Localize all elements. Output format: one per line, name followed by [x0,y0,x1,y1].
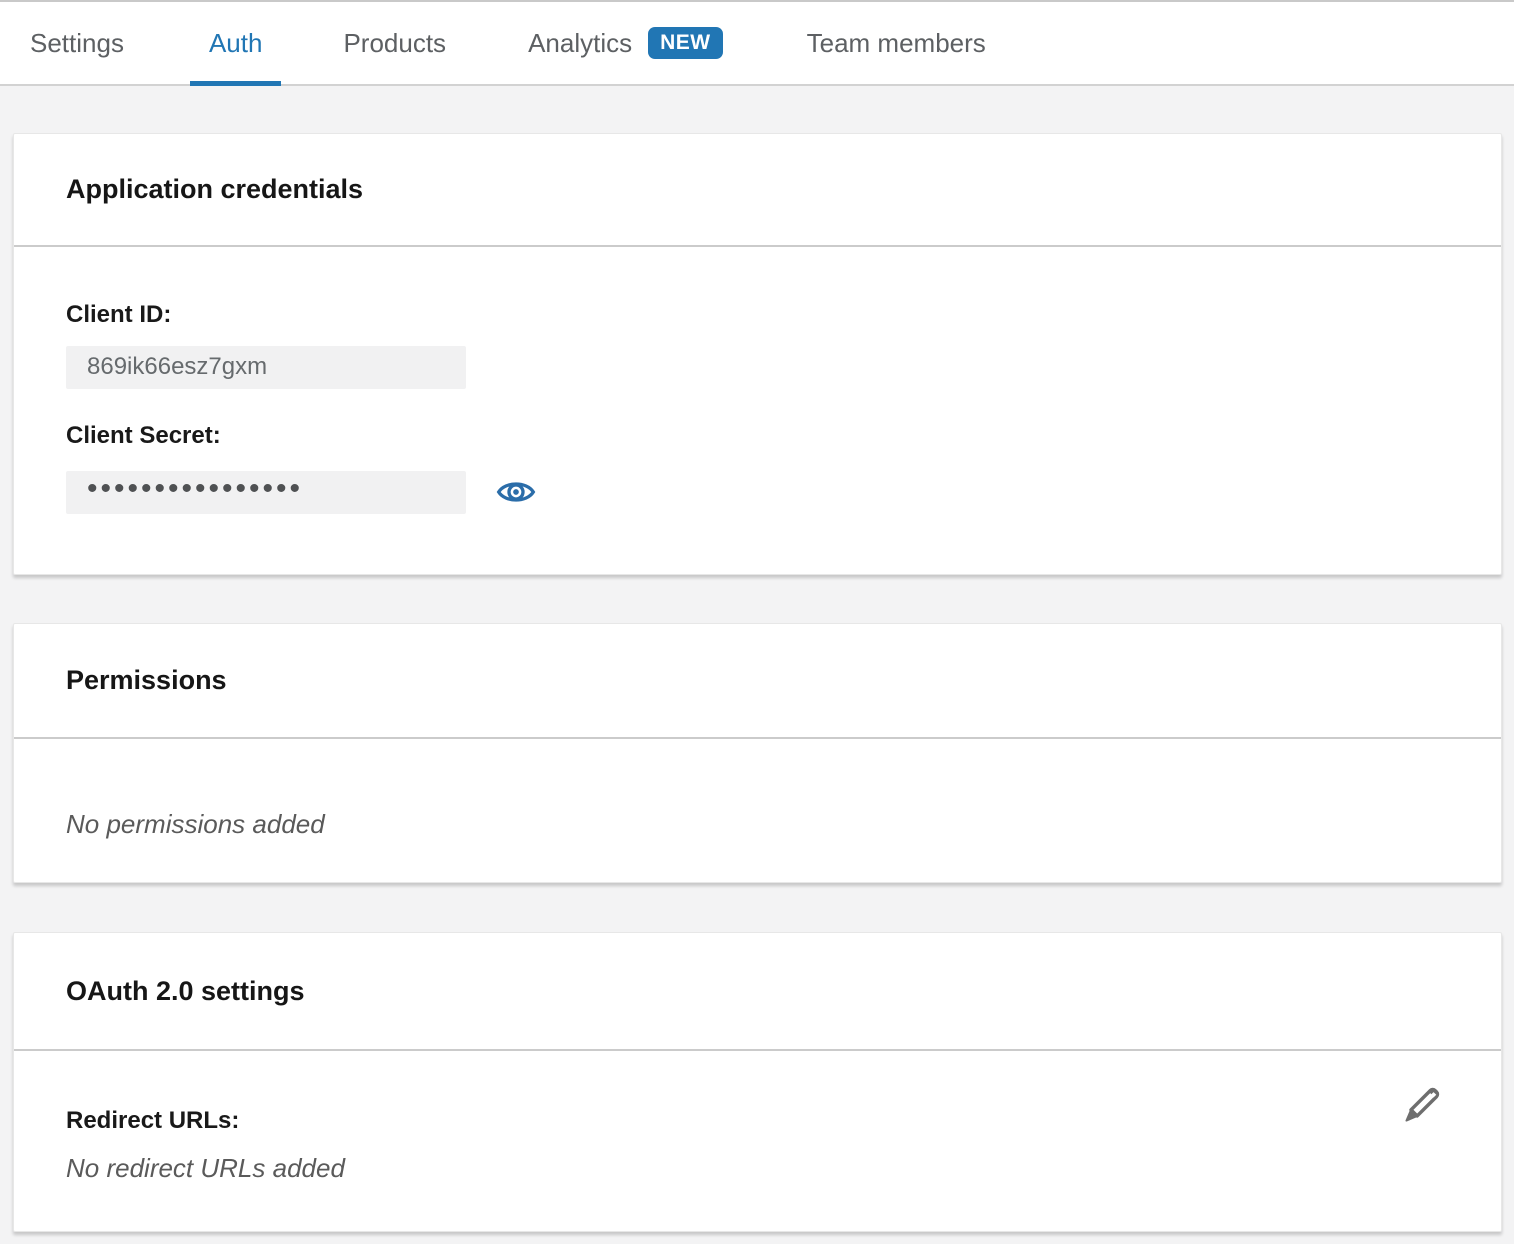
oauth-settings-body: Redirect URLs: No redirect URLs added [14,1051,1501,1184]
tab-analytics[interactable]: Analytics NEW [528,2,723,84]
tab-team-members[interactable]: Team members [807,2,986,84]
oauth-settings-header: OAuth 2.0 settings [14,933,1501,1051]
client-id-field[interactable]: 869ik66esz7gxm [66,346,466,389]
redirect-urls-label: Redirect URLs: [66,1107,1441,1136]
tab-auth[interactable]: Auth [190,2,282,84]
oauth-settings-card: OAuth 2.0 settings Redirect URLs: No red… [13,932,1502,1232]
show-secret-button[interactable] [495,471,537,513]
permissions-empty-text: No permissions added [66,809,1501,840]
new-badge: NEW [648,27,723,59]
permissions-header: Permissions [14,624,1501,739]
client-secret-field[interactable]: •••••••••••••••• [66,471,466,514]
tab-analytics-label: Analytics [528,2,632,84]
application-credentials-body: Client ID: 869ik66esz7gxm Client Secret:… [14,247,1501,514]
client-secret-masked-value: •••••••••••••••• [87,489,303,495]
pencil-icon [1398,1083,1444,1129]
client-id-label: Client ID: [66,301,1501,330]
client-id-value: 869ik66esz7gxm [87,353,267,381]
oauth-settings-title: OAuth 2.0 settings [66,976,305,1007]
eye-icon [496,472,536,512]
tab-products[interactable]: Products [343,2,446,84]
client-secret-label: Client Secret: [66,422,1501,451]
client-secret-row: •••••••••••••••• [66,471,1501,514]
edit-redirect-urls-button[interactable] [1397,1082,1445,1130]
application-credentials-title: Application credentials [66,174,363,205]
application-credentials-header: Application credentials [14,134,1501,247]
permissions-title: Permissions [66,665,227,696]
application-credentials-card: Application credentials Client ID: 869ik… [13,133,1502,575]
tab-settings[interactable]: Settings [30,2,124,84]
redirect-urls-empty-text: No redirect URLs added [66,1153,1441,1184]
permissions-card: Permissions No permissions added [13,623,1502,883]
tab-bar: Settings Auth Products Analytics NEW Tea… [0,0,1514,86]
permissions-body: No permissions added [14,739,1501,840]
